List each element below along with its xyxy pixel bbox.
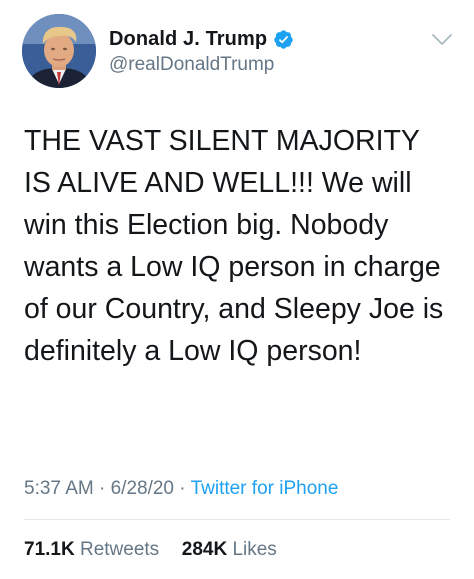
tweet-time[interactable]: 5:37 AM bbox=[24, 478, 94, 499]
meta-separator-2: · bbox=[179, 478, 186, 499]
tweet-meta: 5:37 AM · 6/28/20 · Twitter for iPhone bbox=[24, 478, 338, 500]
avatar-image bbox=[22, 14, 96, 88]
author-name-row: Donald J. Trump bbox=[109, 24, 294, 54]
tweet-card: Donald J. Trump @realDonaldTrump THE VAS… bbox=[0, 0, 474, 579]
retweets-count: 71.1K bbox=[24, 539, 75, 560]
tweet-text: THE VAST SILENT MAJORITY IS ALIVE AND WE… bbox=[24, 125, 452, 367]
retweets-stat[interactable]: 71.1K Retweets bbox=[24, 539, 164, 560]
avatar[interactable] bbox=[22, 14, 96, 88]
likes-stat[interactable]: 284K Likes bbox=[182, 539, 277, 560]
author-info: Donald J. Trump @realDonaldTrump bbox=[109, 24, 294, 76]
likes-count: 284K bbox=[181, 539, 228, 560]
tweet-source-link[interactable]: Twitter for iPhone bbox=[191, 478, 339, 499]
verified-badge-icon bbox=[273, 29, 294, 50]
chevron-down-icon[interactable] bbox=[430, 32, 454, 48]
author-handle[interactable]: @realDonaldTrump bbox=[109, 54, 294, 76]
tweet-stats: 71.1K Retweets 284K Likes bbox=[24, 539, 277, 561]
author-display-name[interactable]: Donald J. Trump bbox=[109, 28, 267, 51]
likes-label: Likes bbox=[232, 539, 277, 560]
retweets-label: Retweets bbox=[79, 539, 160, 560]
divider bbox=[24, 519, 450, 520]
meta-separator: · bbox=[99, 478, 106, 499]
tweet-header: Donald J. Trump @realDonaldTrump bbox=[22, 14, 452, 94]
tweet-date[interactable]: 6/28/20 bbox=[111, 478, 174, 499]
